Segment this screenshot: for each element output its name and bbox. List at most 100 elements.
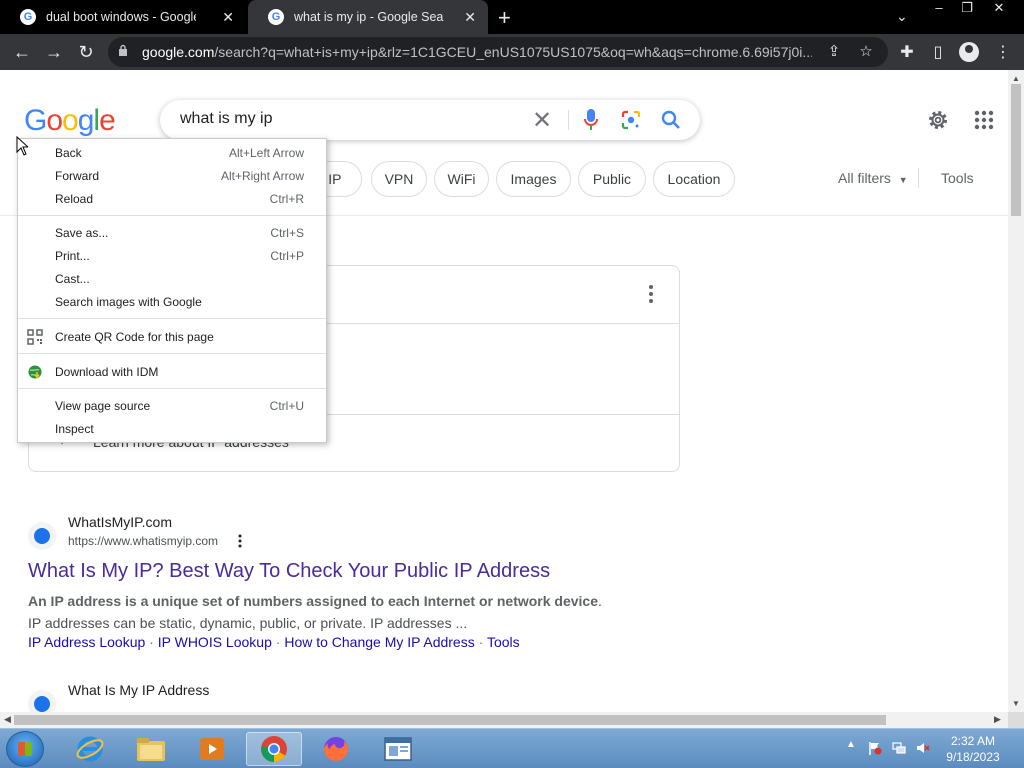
idm-globe-icon: [28, 365, 42, 379]
vertical-scrollbar[interactable]: ▲ ▼: [1008, 70, 1024, 712]
clock-date: 9/18/2023: [946, 750, 1000, 764]
scroll-up-arrow-icon[interactable]: ▲: [1012, 74, 1020, 83]
microphone-icon[interactable]: [584, 109, 598, 131]
menu-item-label: Download with IDM: [55, 365, 159, 379]
result-site-name[interactable]: What Is My IP Address: [68, 682, 209, 698]
close-tab-icon[interactable]: ✕: [464, 9, 476, 26]
filters-divider: [918, 168, 919, 188]
result-sitelinks: IP Address Lookup · IP WHOIS Lookup · Ho…: [28, 634, 520, 650]
file-explorer-icon[interactable]: [123, 732, 179, 766]
menu-separator: [18, 353, 326, 354]
horizontal-scrollbar[interactable]: ◀ ▶: [0, 712, 1008, 728]
chip-wifi[interactable]: WiFi: [434, 161, 489, 197]
chip-vpn[interactable]: VPN: [371, 161, 427, 197]
menu-item-download-idm[interactable]: Download with IDM: [18, 361, 326, 384]
minimize-window-icon[interactable]: –: [928, 0, 950, 20]
result-url[interactable]: https://www.whatismyip.com: [68, 534, 218, 548]
sitelink[interactable]: How to Change My IP Address: [284, 634, 474, 650]
chrome-menu-kebab-icon[interactable]: ⋮: [992, 42, 1014, 64]
chip-location[interactable]: Location: [653, 161, 735, 197]
tab-what-is-my-ip[interactable]: G what is my ip - Google Search ✕: [248, 0, 488, 34]
menu-item-label: Create QR Code for this page: [55, 330, 214, 344]
menu-item-label: Search images with Google: [55, 295, 202, 309]
vertical-scroll-thumb[interactable]: [1011, 84, 1021, 216]
menu-separator: [18, 318, 326, 319]
windows-taskbar: ▲ 2:32 AM 9/18/2023: [0, 728, 1024, 768]
restore-window-icon[interactable]: ❐: [956, 0, 978, 20]
settings-gear-icon[interactable]: [926, 108, 950, 132]
sitelink[interactable]: IP Address Lookup: [28, 634, 145, 650]
horizontal-scroll-thumb[interactable]: [14, 715, 886, 725]
menu-item-shortcut: Ctrl+S: [270, 226, 304, 240]
network-icon[interactable]: [892, 741, 906, 755]
close-window-icon[interactable]: ✕: [984, 0, 1014, 20]
address-bar[interactable]: google.com/search?q=what+is+my+ip&rlz=1C…: [108, 37, 888, 67]
reload-icon[interactable]: ↻: [74, 40, 98, 64]
chip-public[interactable]: Public: [578, 161, 646, 197]
tab-dual-boot-windows[interactable]: G dual boot windows - Google Search ✕: [0, 0, 246, 34]
all-filters-button[interactable]: All filters ▼: [838, 170, 908, 186]
menu-item-print[interactable]: Print... Ctrl+P: [18, 245, 326, 268]
extensions-puzzle-icon[interactable]: ✚: [896, 42, 918, 64]
bookmark-star-icon[interactable]: ☆: [856, 42, 876, 62]
scroll-left-arrow-icon[interactable]: ◀: [4, 714, 11, 725]
sitelink[interactable]: Tools: [487, 634, 520, 650]
url-host: google.com: [142, 44, 215, 60]
clear-search-icon[interactable]: ✕: [532, 106, 552, 135]
menu-item-save-as[interactable]: Save as... Ctrl+S: [18, 222, 326, 245]
forward-arrow-icon[interactable]: →: [42, 40, 66, 64]
side-panel-icon[interactable]: ▯: [927, 42, 949, 64]
media-player-icon[interactable]: [184, 732, 240, 766]
menu-item-back[interactable]: Back Alt+Left Arrow: [18, 142, 326, 165]
menu-item-shortcut: Ctrl+P: [270, 249, 304, 263]
google-lens-icon[interactable]: [621, 110, 641, 130]
google-apps-grid-icon[interactable]: [974, 110, 994, 130]
scroll-right-arrow-icon[interactable]: ▶: [994, 714, 1001, 725]
all-filters-label: All filters: [838, 170, 891, 186]
search-result: WhatIsMyIP.com https://www.whatismyip.co…: [28, 514, 628, 662]
share-icon[interactable]: ⇪: [824, 42, 844, 62]
menu-separator: [18, 388, 326, 389]
window-app-icon[interactable]: [370, 732, 426, 766]
new-tab-icon[interactable]: +: [498, 5, 511, 31]
tray-expand-arrow-icon[interactable]: ▲: [846, 739, 856, 750]
profile-avatar-icon[interactable]: [959, 42, 979, 62]
menu-item-cast[interactable]: Cast...: [18, 268, 326, 291]
start-orb-icon[interactable]: [6, 731, 44, 767]
menu-item-label: Print...: [55, 249, 90, 263]
sitelink[interactable]: IP WHOIS Lookup: [158, 634, 272, 650]
menu-item-shortcut: Ctrl+U: [269, 399, 304, 413]
menu-item-inspect[interactable]: Inspect: [18, 418, 326, 441]
tools-button[interactable]: Tools: [941, 170, 974, 186]
search-input[interactable]: [180, 110, 520, 128]
result-site-name[interactable]: WhatIsMyIP.com: [68, 514, 172, 530]
chrome-icon[interactable]: [246, 732, 302, 766]
dropdown-caret-icon: ▼: [898, 175, 908, 185]
search-result: What Is My IP Address: [28, 682, 628, 712]
tab-search-chevron-icon[interactable]: ⌄: [896, 8, 908, 25]
back-arrow-icon[interactable]: ←: [10, 40, 34, 64]
menu-item-forward[interactable]: Forward Alt+Right Arrow: [18, 165, 326, 188]
menu-item-shortcut: Ctrl+R: [269, 192, 304, 206]
menu-item-search-images[interactable]: Search images with Google: [18, 291, 326, 314]
menu-item-reload[interactable]: Reload Ctrl+R: [18, 188, 326, 211]
scroll-down-arrow-icon[interactable]: ▼: [1012, 699, 1020, 708]
google-logo[interactable]: Google: [24, 104, 116, 138]
close-tab-icon[interactable]: ✕: [222, 9, 234, 26]
volume-muted-icon[interactable]: [916, 741, 930, 755]
action-center-flag-icon[interactable]: [868, 741, 882, 755]
system-clock[interactable]: 2:32 AM 9/18/2023: [938, 733, 1008, 765]
search-box[interactable]: ✕: [160, 100, 700, 140]
menu-item-view-page-source[interactable]: View page source Ctrl+U: [18, 395, 326, 418]
menu-item-create-qr-code[interactable]: Create QR Code for this page: [18, 326, 326, 349]
menu-item-label: Inspect: [55, 422, 94, 436]
result-title-link[interactable]: What Is My IP? Best Way To Check Your Pu…: [28, 560, 550, 583]
context-menu: Back Alt+Left Arrow Forward Alt+Right Arro…: [17, 138, 327, 443]
card-more-options-icon[interactable]: [647, 284, 655, 304]
internet-explorer-icon[interactable]: [62, 732, 118, 766]
chip-images[interactable]: Images: [496, 161, 571, 197]
search-magnifier-icon[interactable]: [660, 109, 682, 131]
result-more-options-icon[interactable]: [237, 534, 243, 548]
qr-code-icon: [27, 329, 43, 345]
firefox-icon[interactable]: [308, 732, 364, 766]
